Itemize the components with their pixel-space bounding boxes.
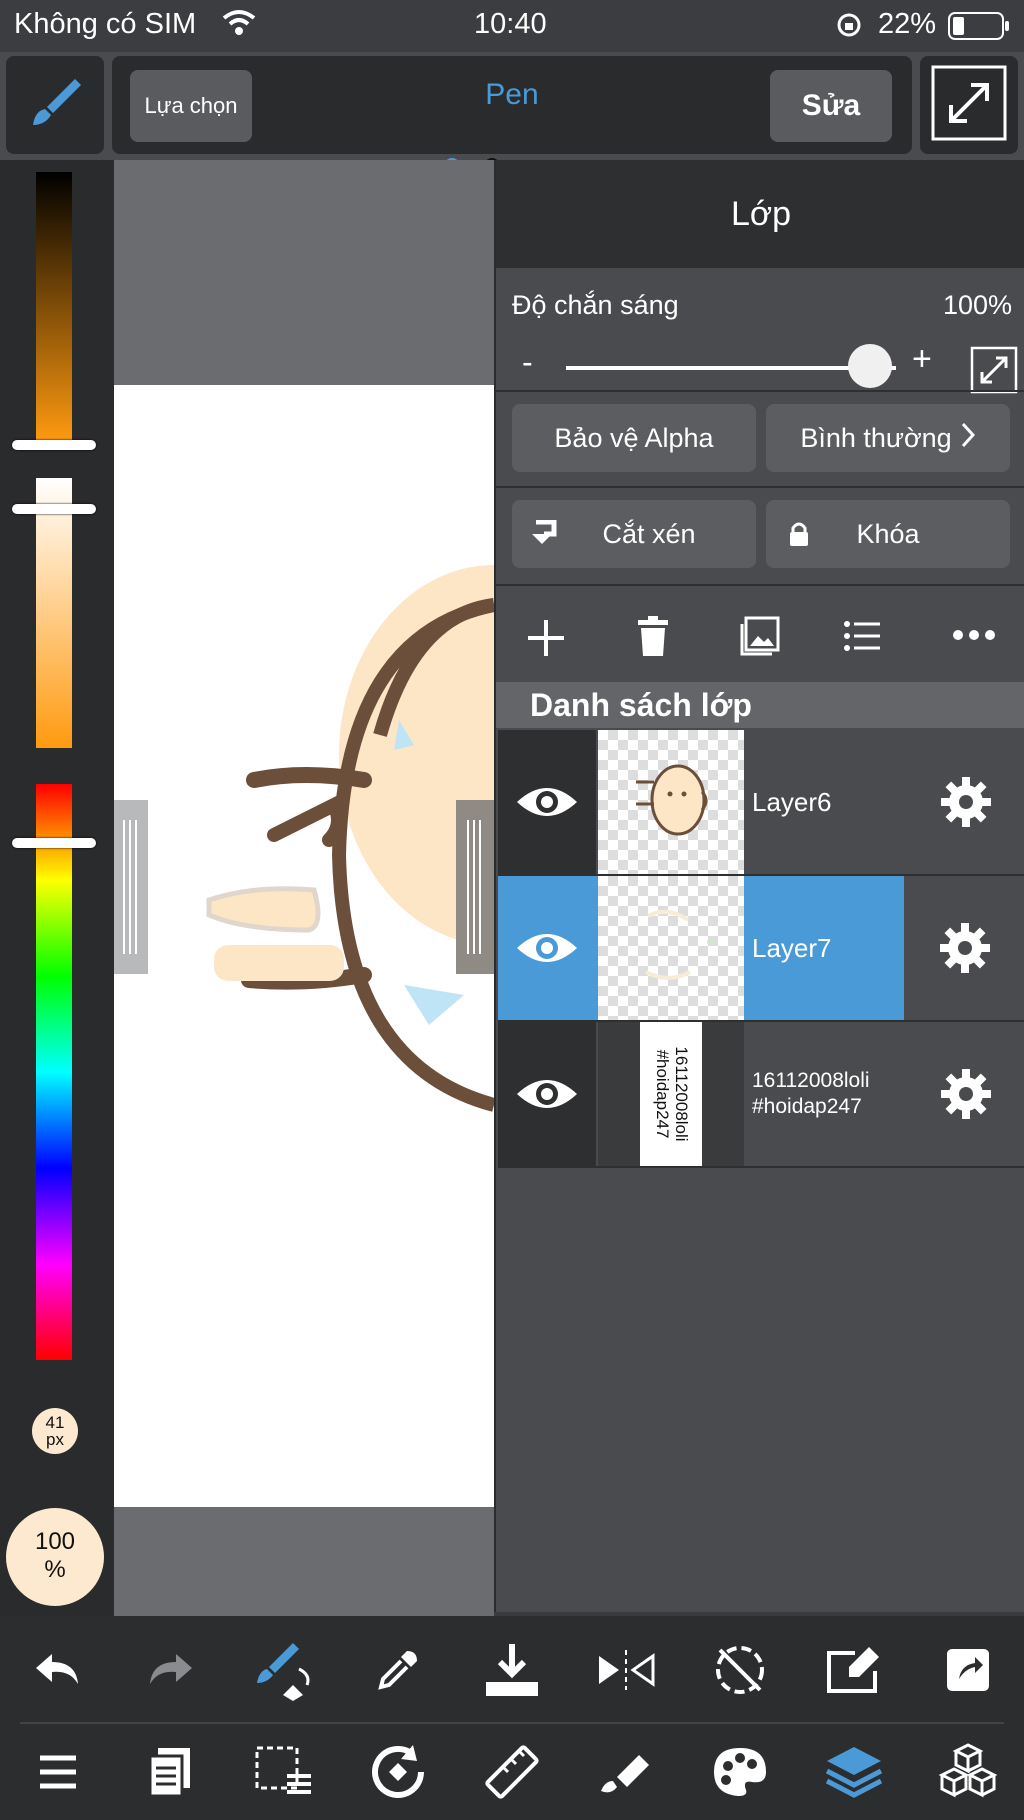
rotation-lock-icon [836,12,862,43]
opacity-slider-thumb[interactable] [848,344,892,388]
opacity-label: Độ chắn sáng [512,290,679,320]
brush-icon [25,73,85,138]
artwork [206,565,494,1112]
selection-icon[interactable] [244,1732,324,1812]
lock-icon [788,520,810,555]
layer-list-title: Danh sách lớp [496,682,1024,728]
opacity-decrease-button[interactable]: - [522,344,533,381]
layer-thumbnail: 16112008loli #hoidap247 [598,1022,744,1166]
hue-slider[interactable] [36,784,72,1360]
brush-size-indicator[interactable]: 41 px [32,1408,78,1454]
left-resize-handle[interactable] [114,800,148,974]
clock-time: 10:40 [474,8,547,40]
layer-row[interactable]: Layer6 [498,730,1024,876]
layer-row-selected[interactable]: Layer7 [498,876,1024,1022]
hue-slider-handle[interactable] [12,838,96,848]
color-panel: 41 px 100 % [0,160,114,1616]
share-icon[interactable] [928,1630,1008,1710]
flip-horizontal-icon[interactable] [586,1630,666,1710]
layer-row[interactable]: 16112008loli #hoidap247 16112008loli #ho… [498,1022,1024,1168]
expand-icon [931,65,1007,146]
gear-icon[interactable] [906,730,1024,874]
alpha-protect-label: Bảo vệ Alpha [554,422,714,453]
rotate-canvas-icon[interactable] [358,1732,438,1812]
more-options-icon[interactable] [952,628,996,646]
layer-list-icon[interactable] [844,620,880,657]
layer-name: Layer7 [746,876,912,1020]
clipping-icon [532,519,560,557]
visibility-eye-icon[interactable] [498,730,596,874]
pages-icon[interactable] [130,1732,210,1812]
layer-thumbnail [598,730,744,874]
brush-transform-icon[interactable] [244,1630,324,1710]
status-bar: Không có SIM 10:40 22% [0,0,1024,52]
delete-layer-icon[interactable] [636,616,670,663]
chevron-right-icon [960,421,976,456]
redo-icon[interactable] [130,1630,210,1710]
bottom-toolbar [0,1616,1024,1820]
alpha-protect-button[interactable]: Bảo vệ Alpha [512,404,756,472]
ruler-icon[interactable] [472,1732,552,1812]
rotate-reset-icon[interactable] [700,1630,780,1710]
blend-mode-button[interactable]: Bình thường [766,404,1010,472]
battery-icon [948,12,1010,45]
layer-name: 16112008loli #hoidap247 [752,1069,870,1118]
top-toolbar: Lựa chọn Pen Sửa [0,52,1024,160]
blend-mode-label: Bình thường [800,422,952,453]
opacity-increase-button[interactable]: + [912,340,932,379]
color-palette-icon[interactable] [700,1732,780,1812]
clipping-button[interactable]: Cắt xén [512,500,756,568]
eyedropper-icon[interactable] [358,1630,438,1710]
layers-icon[interactable] [814,1732,894,1812]
drawing-canvas[interactable] [114,385,494,1507]
brush-opacity-indicator[interactable]: 100 % [6,1508,104,1606]
saturation-slider[interactable] [36,478,72,748]
right-resize-handle[interactable] [456,800,494,974]
saturation-slider-handle[interactable] [12,504,96,514]
opacity-slider[interactable] [566,366,896,370]
fill-tool-icon[interactable] [586,1732,666,1812]
undo-icon[interactable] [18,1630,98,1710]
clipping-label: Cắt xén [602,518,696,549]
layer-panel-title: Lớp [496,160,1024,268]
layer-name: Layer6 [752,786,832,817]
visibility-eye-icon[interactable] [498,1022,596,1166]
gear-icon[interactable] [904,876,1024,1020]
fullscreen-button[interactable] [920,56,1018,154]
wifi-icon [222,8,256,41]
value-slider-handle[interactable] [12,440,96,450]
value-slider[interactable] [36,172,72,442]
download-icon[interactable] [472,1630,552,1710]
materials-icon[interactable] [928,1732,1008,1812]
select-button[interactable]: Lựa chọn [130,70,252,142]
brush-tool-button[interactable] [6,56,104,154]
edit-button[interactable]: Sửa [770,70,892,142]
lock-button[interactable]: Khóa [766,500,1010,568]
visibility-eye-icon[interactable] [498,876,596,1020]
carrier-label: Không có SIM [14,8,197,40]
opacity-value: 100% [942,290,1012,320]
edit-canvas-icon[interactable] [814,1630,894,1710]
gear-icon[interactable] [906,1022,1024,1166]
layer-image-icon[interactable] [740,616,780,661]
layer-thumbnail [598,876,744,1020]
add-layer-icon[interactable] [526,618,566,663]
lock-label: Khóa [856,518,920,549]
battery-percent: 22% [878,8,937,40]
layer-panel: Lớp Độ chắn sáng 100% - + Bảo vệ Alpha B… [494,160,1024,1612]
tool-header: Lựa chọn Pen Sửa [112,56,912,154]
thumbnail-text: 16112008loli #hoidap247 [653,1046,691,1142]
tool-name: Pen [485,78,539,111]
menu-icon[interactable] [18,1732,98,1812]
